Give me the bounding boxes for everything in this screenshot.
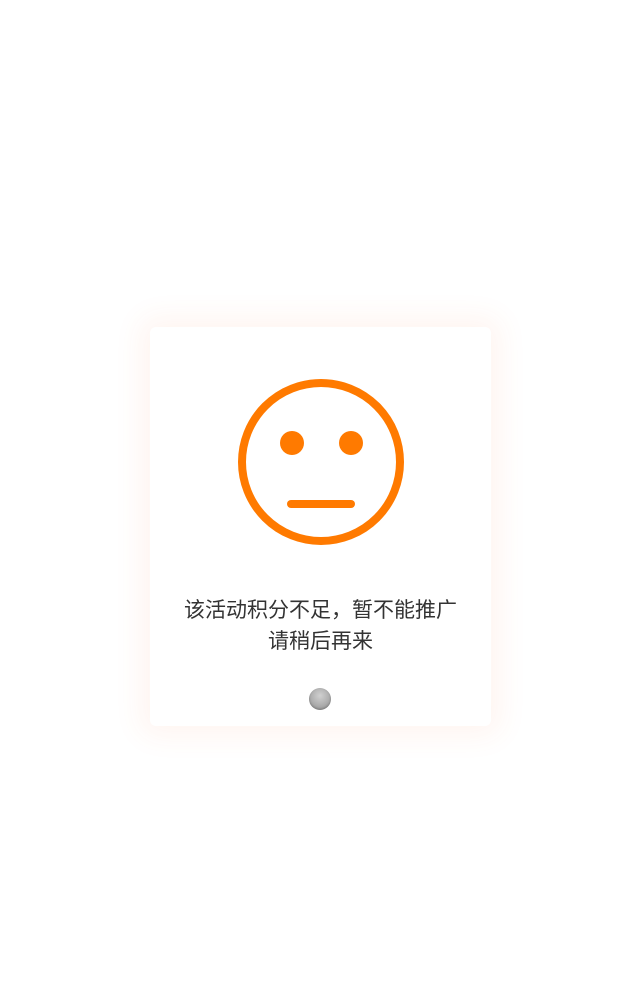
notice-message-line2: 请稍后再来: [268, 629, 373, 653]
page: 该活动积分不足，暂不能推广 请稍后再来: [0, 0, 640, 1008]
notice-message: 该活动积分不足，暂不能推广 请稍后再来: [150, 595, 491, 657]
page-indicator-dot[interactable]: [309, 688, 331, 710]
neutral-face-icon: [236, 377, 406, 547]
notice-message-line1: 该活动积分不足，暂不能推广: [184, 598, 457, 622]
notice-dialog: 该活动积分不足，暂不能推广 请稍后再来: [150, 327, 491, 726]
